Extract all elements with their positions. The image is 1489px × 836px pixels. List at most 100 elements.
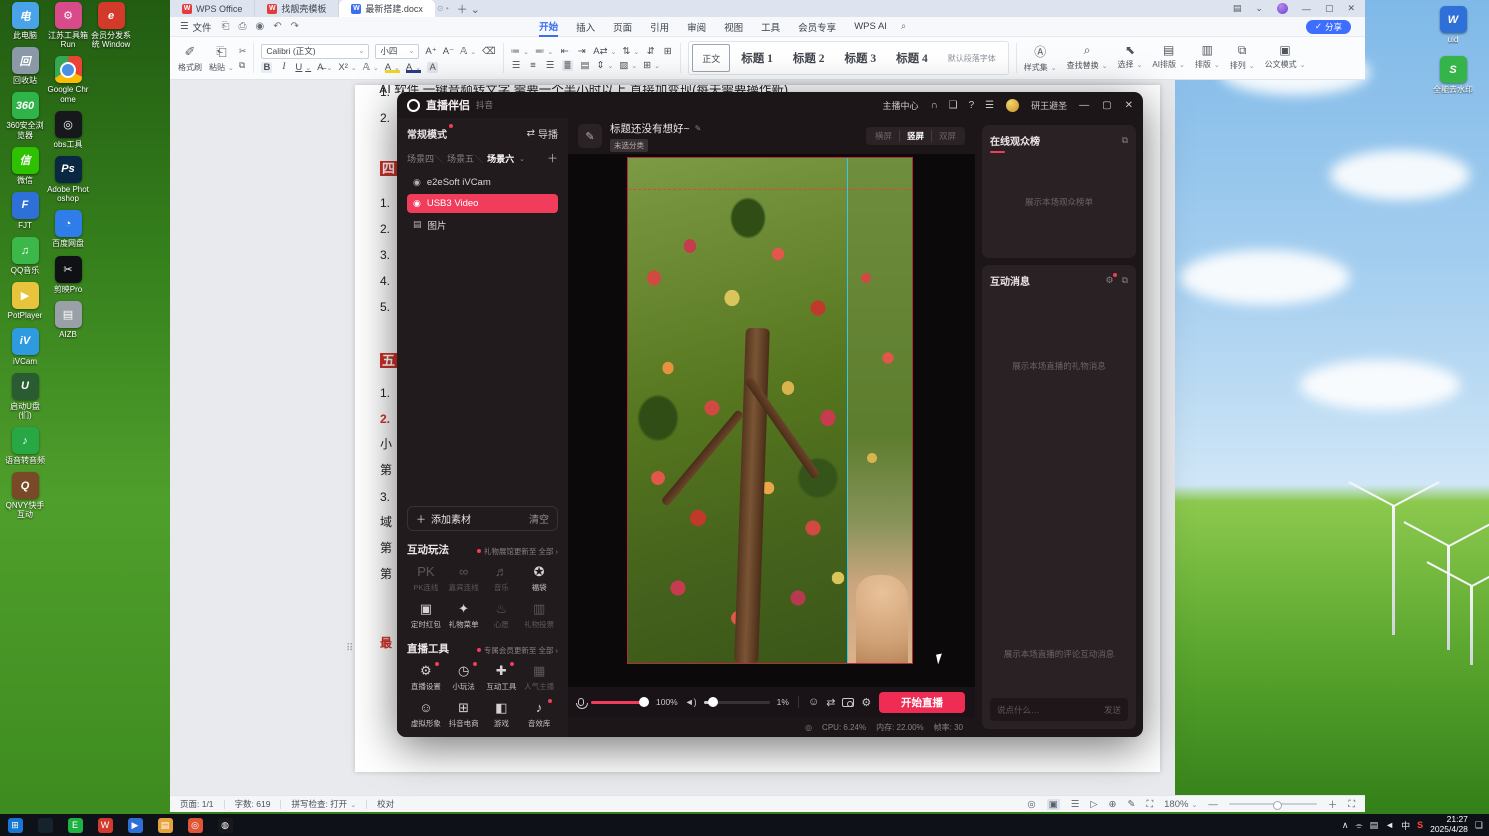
source-item[interactable]: ◉ e2eSoft iVCam — [407, 173, 558, 192]
char-effect-button[interactable]: 𝔸 — [363, 62, 379, 73]
tray-icon[interactable]: ▤ — [1370, 820, 1379, 831]
member-update-badge[interactable]: 专属会员更新至 全部 › — [477, 645, 558, 656]
tray-icon[interactable]: 中 — [1401, 819, 1410, 832]
play-feature-button[interactable]: ✪ 福袋 — [520, 565, 558, 593]
quick-toolbar-icon[interactable]: ↶ — [273, 21, 281, 32]
header-icon[interactable]: ? — [969, 100, 975, 111]
desktop-icon[interactable]: U 启动U盘(们) — [4, 372, 46, 420]
orientation-option[interactable]: 横屏 — [875, 130, 892, 142]
popout-icon[interactable]: ⧉ — [1122, 135, 1128, 146]
preview-canvas[interactable] — [568, 154, 975, 687]
tray-icon[interactable]: S — [1417, 820, 1423, 830]
quick-toolbar-icon[interactable]: ◉ — [256, 21, 265, 32]
view-mode-icon[interactable]: ☰ — [1071, 799, 1080, 810]
desktop-icon[interactable]: ◎ obs工具 — [47, 110, 89, 149]
speaker-volume-slider[interactable] — [703, 697, 770, 707]
menu-tab[interactable]: 审阅 — [687, 18, 706, 36]
ribbon-tool-button[interactable]: ▥ 排版 — [1195, 43, 1220, 73]
tool-feature-button[interactable]: ⊞ 抖音电商 — [445, 701, 483, 729]
menu-tab[interactable]: 工具 — [761, 18, 780, 36]
zoom-slider[interactable] — [1228, 800, 1317, 810]
ribbon-tool-button[interactable]: ⌕ 查找替换 — [1067, 43, 1108, 73]
view-mode-icon[interactable]: ⛶ — [1146, 799, 1153, 810]
taskbar-app[interactable]: ◍ — [210, 814, 240, 836]
indent-button[interactable]: ⇥ — [576, 46, 587, 57]
minimize-button[interactable]: — — [1079, 100, 1089, 111]
document-tab[interactable]: W 找靓壳模板 — [255, 0, 340, 17]
char-scale-button[interactable]: A⇄ — [593, 46, 616, 57]
tray-icon[interactable]: ⌯ — [1355, 820, 1362, 831]
text-tools-button[interactable]: 𝔸 — [460, 46, 476, 57]
header-icon[interactable]: ❑ — [949, 100, 958, 111]
flip-camera-icon[interactable]: ⇄ — [826, 696, 835, 709]
mode-select[interactable]: 常规模式 — [407, 124, 453, 141]
document-tab[interactable]: W WPS Office — [170, 0, 256, 17]
second-camera-slice[interactable] — [847, 158, 912, 663]
scene-tab[interactable]: 场景五 — [434, 152, 474, 165]
header-icon[interactable]: ∩ — [930, 100, 937, 111]
style-item[interactable]: 正文 — [692, 44, 731, 72]
desktop-icon[interactable]: Ps Adobe Photoshop — [47, 155, 89, 203]
view-mode-icon[interactable]: ✎ — [1128, 799, 1136, 810]
bold-button[interactable]: B — [261, 61, 273, 73]
anchor-center-link[interactable]: 主播中心 — [882, 99, 918, 112]
font-larger-button[interactable]: A⁺ — [425, 46, 436, 57]
audience-rank-tab[interactable]: 在线观众榜 — [990, 133, 1040, 148]
close-button[interactable]: ✕ — [1347, 3, 1355, 14]
quick-toolbar-icon[interactable]: ⎗ — [222, 21, 230, 32]
new-tab-button[interactable]: ＋ ⌄ — [457, 1, 480, 17]
play-feature-button[interactable]: ▥ 礼物投票 — [520, 602, 558, 630]
italic-button[interactable]: I — [278, 62, 289, 72]
proofread-button[interactable]: 校对 — [377, 798, 394, 810]
show-marks-button[interactable]: ⊞ — [662, 46, 673, 57]
play-feature-button[interactable]: ♬ 音乐 — [483, 565, 521, 593]
align-left-button[interactable]: ☰ — [511, 60, 522, 71]
style-item[interactable]: 标题 1 — [732, 44, 782, 72]
desktop-icon[interactable]: W uid — [1432, 6, 1474, 44]
font-smaller-button[interactable]: A⁻ — [443, 46, 454, 57]
start-live-button[interactable]: 开始直播 — [879, 691, 965, 713]
view-mode-icon[interactable]: ▣ — [1046, 798, 1060, 810]
taskbar-app[interactable]: E — [60, 814, 90, 836]
desktop-icon[interactable]: ⚙ 江苏工具箱 Run — [47, 2, 89, 49]
avatar[interactable] — [1006, 98, 1020, 112]
maximize-button[interactable]: ▢ — [1102, 100, 1111, 111]
ribbon-tool-button[interactable]: ▤ AI排版 — [1152, 43, 1184, 73]
speaker-icon[interactable]: ◄) — [685, 697, 697, 707]
message-settings-gear-icon[interactable]: ⚙ — [1105, 273, 1117, 286]
taskbar-app[interactable]: ◎ — [180, 814, 210, 836]
director-mode-button[interactable]: ⇄ 导播 — [527, 126, 558, 141]
taskbar-app[interactable]: ⊞ — [0, 814, 30, 836]
edit-title-icon[interactable]: ✎ — [578, 124, 602, 148]
desktop-icon[interactable]: 360 360安全浏览器 — [4, 92, 46, 140]
quick-toolbar-icon[interactable]: ⎙ — [239, 21, 247, 32]
category-tag[interactable]: 未选分类 — [610, 138, 648, 152]
header-icon[interactable]: ☰ — [985, 100, 994, 111]
pencil-icon[interactable]: ✎ — [695, 124, 702, 133]
paragraph-spacing-button[interactable]: ⇕ — [596, 60, 613, 71]
highlight-color-button[interactable]: A — [385, 62, 400, 73]
word-count[interactable]: 字数: 619 — [235, 798, 271, 810]
paragraph-drag-handle[interactable]: ⠿ — [346, 643, 353, 654]
strikethrough-button[interactable]: A̶ — [317, 62, 332, 73]
desktop-icon[interactable]: F FJT — [4, 191, 46, 230]
font-name-select[interactable]: Calibri (正文) — [261, 43, 370, 59]
maximize-button[interactable]: ▢ — [1325, 3, 1334, 14]
zoom-level[interactable]: 180% — [1164, 799, 1197, 810]
taskbar-app[interactable]: ▤ — [150, 814, 180, 836]
view-mode-icon[interactable]: ⊕ — [1109, 799, 1117, 810]
menu-tab[interactable]: 视图 — [724, 18, 743, 36]
desktop-icon[interactable]: e 会员分发系统 Windows… — [90, 2, 132, 50]
format-painter-button[interactable]: ✐ 格式刷 — [178, 44, 202, 73]
zoom-out-button[interactable]: — — [1208, 799, 1218, 810]
play-feature-button[interactable]: ▣ 定时红包 — [407, 602, 445, 630]
stream-title-text[interactable]: 标题还没有想好~ — [610, 121, 690, 136]
desktop-icon[interactable]: ▤ AIZB — [47, 300, 89, 339]
desktop-icon[interactable]: Google Chrome — [47, 56, 89, 104]
gift-update-badge[interactable]: 礼物展馆更新至 全部 › — [477, 546, 558, 557]
borders-button[interactable]: ⊞ — [643, 60, 660, 71]
chevron-down-icon[interactable]: ⌄ — [1255, 3, 1263, 14]
file-menu[interactable]: ☰ 文件 — [170, 20, 222, 34]
taskbar-app[interactable]: W — [90, 814, 120, 836]
desktop-icon[interactable]: ✂ 剪映Pro — [47, 255, 89, 294]
